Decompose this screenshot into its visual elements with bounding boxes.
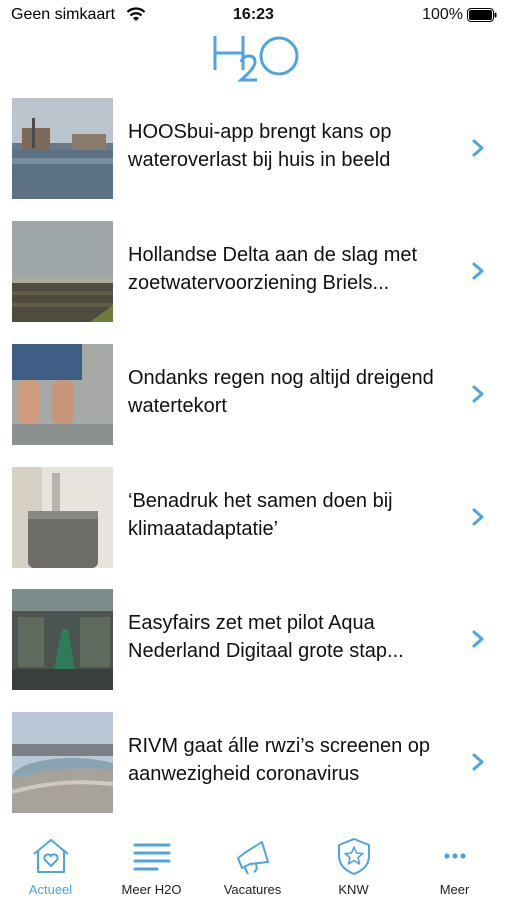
article-thumbnail [12, 98, 113, 199]
tab-knw[interactable]: KNW [303, 830, 404, 900]
tab-label: Meer H2O [121, 882, 182, 897]
article-thumbnail [12, 221, 113, 322]
article-thumbnail [12, 344, 113, 445]
megaphone-icon [237, 841, 269, 875]
article-thumbnail [12, 467, 113, 568]
article-item[interactable]: Easyfairs zet met pilot Aqua Nederland D… [0, 589, 507, 691]
tab-label: KNW [338, 882, 369, 897]
article-item[interactable]: ‘Benadruk het samen doen bij klimaatadap… [0, 467, 507, 569]
more-dots-icon [444, 853, 466, 859]
tab-label: Actueel [28, 882, 73, 897]
shield-star-icon [338, 838, 370, 875]
article-title: HOOSbui-app brengt kans op wateroverlast… [128, 121, 392, 171]
tab-meer[interactable]: Meer [404, 830, 505, 900]
article-item[interactable]: HOOSbui-app brengt kans op wateroverlast… [0, 98, 507, 200]
article-thumbnail [12, 712, 113, 813]
article-title: ‘Benadruk het samen doen bij klimaatadap… [128, 490, 393, 540]
tab-label: Vacatures [223, 882, 282, 897]
status-bar: Geen simkaart 16:23 100% [0, 0, 507, 30]
chevron-right-icon[interactable] [471, 752, 485, 772]
battery-icon [467, 8, 497, 22]
chevron-right-icon[interactable] [471, 629, 485, 649]
article-title: Hollandse Delta aan de slag met zoetwate… [128, 244, 418, 294]
tab-bar: Actueel Meer H2O Vacatures KNW Meer [0, 830, 507, 900]
article-item[interactable]: Ondanks regen nog altijd dreigend watert… [0, 344, 507, 446]
article-thumbnail [12, 589, 113, 690]
article-title: RIVM gaat álle rwzi’s screenen op aanwez… [128, 735, 430, 785]
article-item[interactable]: RIVM gaat álle rwzi’s screenen op aanwez… [0, 712, 507, 814]
h2o-logo [213, 36, 299, 82]
battery-percentage: 100% [422, 6, 463, 23]
article-title: Ondanks regen nog altijd dreigend watert… [128, 367, 434, 417]
article-item[interactable]: Hollandse Delta aan de slag met zoetwate… [0, 221, 507, 323]
lines-icon [133, 843, 171, 871]
tab-meer-h2o[interactable]: Meer H2O [101, 830, 202, 900]
tab-vacatures[interactable]: Vacatures [202, 830, 303, 900]
tab-actueel[interactable]: Actueel [0, 830, 101, 900]
tab-label: Meer [439, 882, 470, 897]
chevron-right-icon[interactable] [471, 138, 485, 158]
chevron-right-icon[interactable] [471, 507, 485, 527]
chevron-right-icon[interactable] [471, 261, 485, 281]
article-title: Easyfairs zet met pilot Aqua Nederland D… [128, 612, 404, 662]
chevron-right-icon[interactable] [471, 384, 485, 404]
house-heart-icon [33, 839, 69, 873]
